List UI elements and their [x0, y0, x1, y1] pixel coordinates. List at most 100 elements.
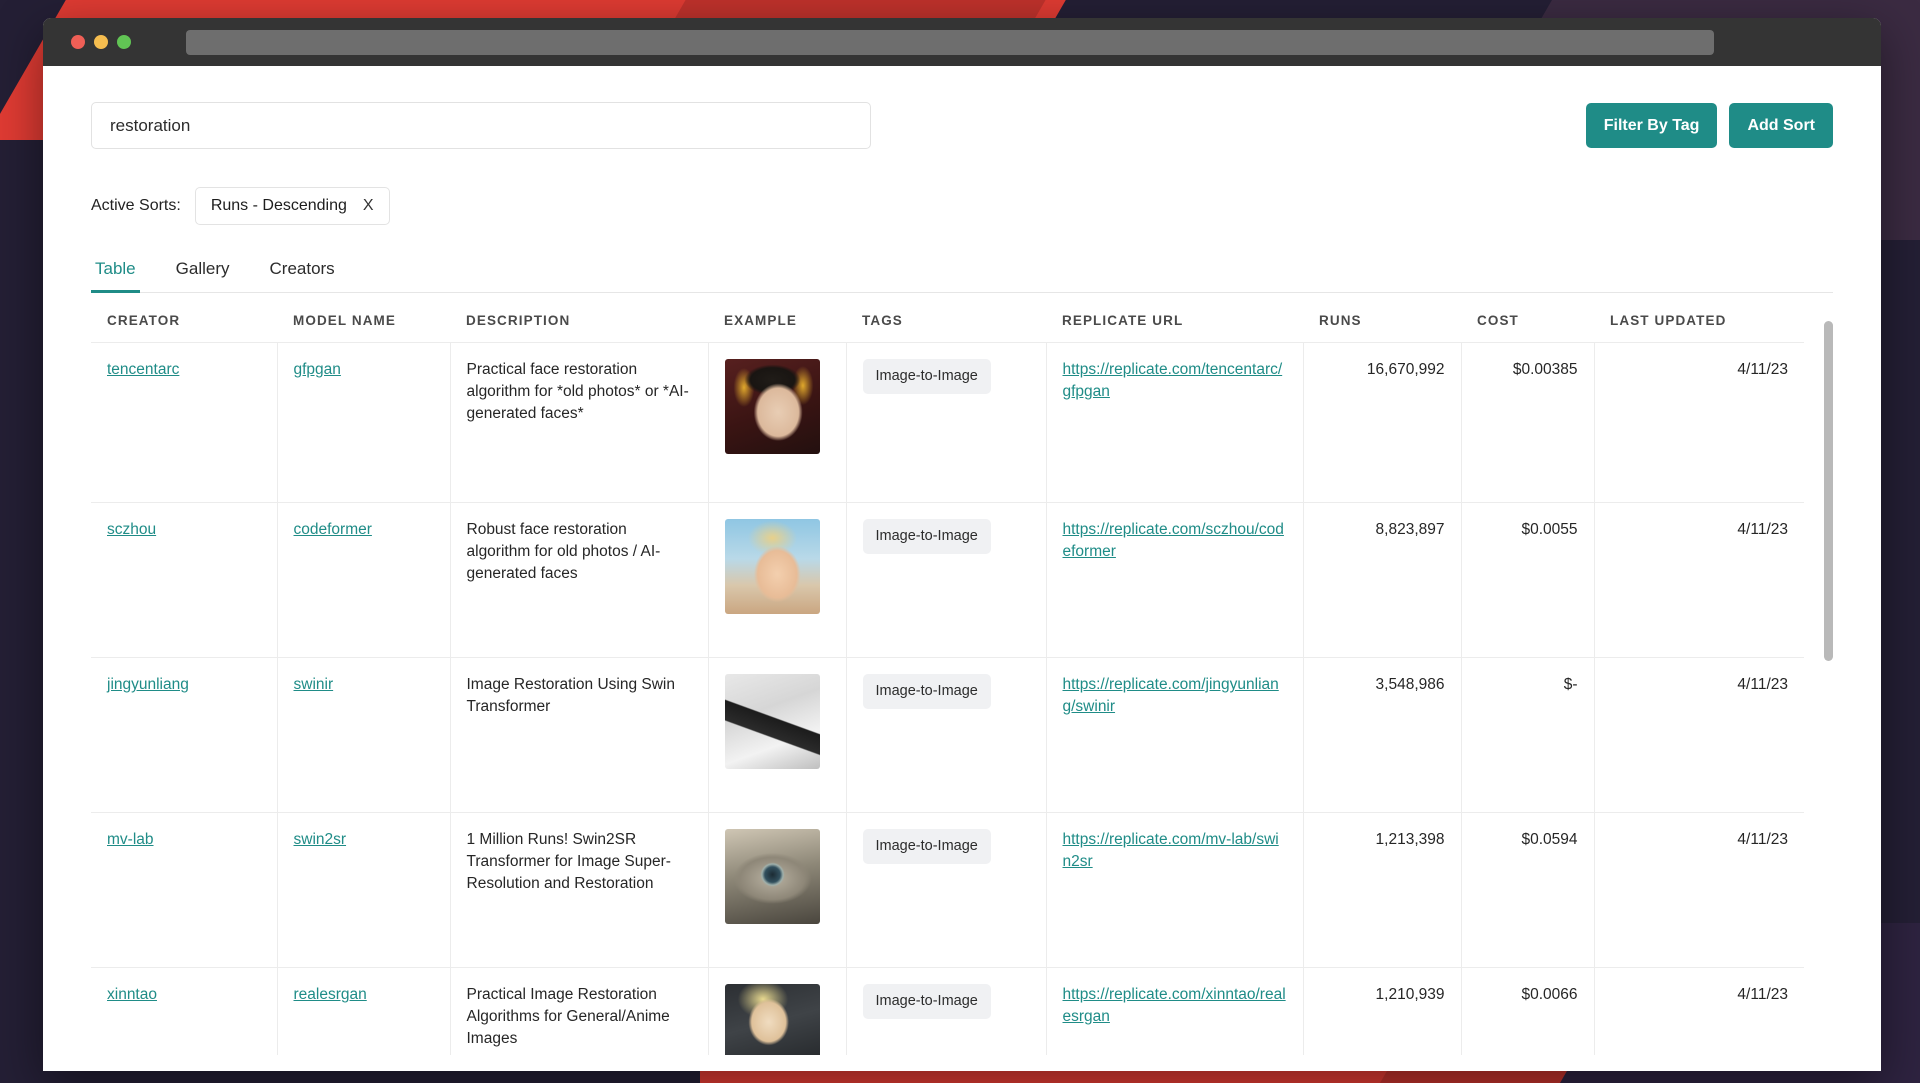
cell-last-updated: 4/11/23 — [1594, 967, 1804, 1055]
cell-last-updated: 4/11/23 — [1594, 812, 1804, 968]
replicate-url-link[interactable]: https://replicate.com/tencentarc/gfpgan — [1063, 361, 1283, 400]
cell-model-name: realesrgan — [277, 967, 451, 1055]
column-header-last-updated[interactable]: LAST UPDATED — [1594, 313, 1804, 343]
column-header-creator[interactable]: CREATOR — [91, 313, 277, 343]
cell-cost: $0.0066 — [1461, 967, 1595, 1055]
add-sort-button[interactable]: Add Sort — [1729, 103, 1833, 148]
tag-pill[interactable]: Image-to-Image — [862, 359, 991, 394]
cell-example — [708, 342, 847, 503]
cell-description: Practical face restoration algorithm for… — [450, 342, 709, 503]
cell-model-name: swinir — [277, 657, 451, 813]
cell-example — [708, 502, 847, 658]
cell-replicate-url: https://replicate.com/jingyunliang/swini… — [1046, 657, 1304, 813]
column-header-replicate-url[interactable]: REPLICATE URL — [1046, 313, 1303, 343]
model-name-link[interactable]: swinir — [294, 676, 334, 693]
cell-tags: Image-to-Image — [846, 812, 1047, 968]
zoom-window-icon[interactable] — [117, 35, 131, 49]
table-scrollbar[interactable] — [1824, 313, 1833, 1055]
example-thumbnail[interactable] — [724, 674, 820, 769]
creator-link[interactable]: sczhou — [107, 521, 156, 538]
table-header-row: CREATOR MODEL NAME DESCRIPTION EXAMPLE T… — [91, 313, 1804, 343]
column-header-description[interactable]: DESCRIPTION — [450, 313, 708, 343]
cell-runs: 16,670,992 — [1303, 342, 1462, 503]
replicate-url-link[interactable]: https://replicate.com/xinntao/realesrgan — [1063, 986, 1286, 1025]
tag-pill[interactable]: Image-to-Image — [862, 519, 991, 554]
browser-window: Filter By Tag Add Sort Active Sorts: Run… — [43, 18, 1881, 1071]
example-thumbnail[interactable] — [724, 359, 820, 454]
cell-creator: tencentarc — [91, 342, 278, 503]
cell-creator: xinntao — [91, 967, 278, 1055]
table-scrollbar-thumb[interactable] — [1824, 321, 1833, 661]
example-thumbnail[interactable] — [724, 984, 820, 1055]
tab-gallery[interactable]: Gallery — [172, 259, 234, 293]
cell-last-updated: 4/11/23 — [1594, 342, 1804, 503]
cell-model-name: gfpgan — [277, 342, 451, 503]
table-body: tencentarc gfpgan Practical face restora… — [91, 342, 1804, 1055]
tag-pill[interactable]: Image-to-Image — [862, 984, 991, 1019]
table-row[interactable]: xinntao realesrgan Practical Image Resto… — [91, 967, 1804, 1055]
model-name-link[interactable]: codeformer — [294, 521, 372, 538]
cell-description: Robust face restoration algorithm for ol… — [450, 502, 709, 658]
model-name-link[interactable]: gfpgan — [294, 361, 341, 378]
replicate-url-link[interactable]: https://replicate.com/mv-lab/swin2sr — [1063, 831, 1279, 870]
cell-runs: 8,823,897 — [1303, 502, 1462, 658]
creator-link[interactable]: mv-lab — [107, 831, 154, 848]
close-window-icon[interactable] — [71, 35, 85, 49]
cell-example — [708, 967, 847, 1055]
column-header-runs[interactable]: RUNS — [1303, 313, 1461, 343]
cell-replicate-url: https://replicate.com/sczhou/codeformer — [1046, 502, 1304, 658]
active-sorts-label: Active Sorts: — [91, 197, 181, 214]
models-table-container: CREATOR MODEL NAME DESCRIPTION EXAMPLE T… — [91, 313, 1833, 1055]
description-text: Image Restoration Using Swin Transformer — [466, 676, 676, 715]
cell-last-updated: 4/11/23 — [1594, 502, 1804, 658]
filter-by-tag-button[interactable]: Filter By Tag — [1585, 103, 1718, 148]
description-text: Practical Image Restoration Algorithms f… — [466, 986, 670, 1047]
cell-runs: 1,210,939 — [1303, 967, 1462, 1055]
minimize-window-icon[interactable] — [94, 35, 108, 49]
model-name-link[interactable]: swin2sr — [294, 831, 347, 848]
address-bar[interactable] — [186, 29, 1714, 55]
table-row[interactable]: mv-lab swin2sr 1 Million Runs! Swin2SR T… — [91, 812, 1804, 968]
creator-link[interactable]: jingyunliang — [107, 676, 189, 693]
example-thumbnail[interactable] — [724, 829, 820, 924]
example-thumbnail[interactable] — [724, 519, 820, 614]
column-header-tags[interactable]: TAGS — [846, 313, 1046, 343]
model-name-link[interactable]: realesrgan — [294, 986, 367, 1003]
tab-creators[interactable]: Creators — [266, 259, 339, 293]
table-row[interactable]: jingyunliang swinir Image Restoration Us… — [91, 657, 1804, 813]
view-tabs: Table Gallery Creators — [91, 259, 1833, 293]
page-content: Filter By Tag Add Sort Active Sorts: Run… — [43, 66, 1881, 1071]
cell-cost: $- — [1461, 657, 1595, 813]
description-text: 1 Million Runs! Swin2SR Transformer for … — [466, 831, 671, 892]
description-text: Practical face restoration algorithm for… — [466, 361, 689, 422]
cell-replicate-url: https://replicate.com/tencentarc/gfpgan — [1046, 342, 1304, 503]
column-header-model-name[interactable]: MODEL NAME — [277, 313, 450, 343]
cell-model-name: codeformer — [277, 502, 451, 658]
replicate-url-link[interactable]: https://replicate.com/sczhou/codeformer — [1063, 521, 1284, 560]
creator-link[interactable]: tencentarc — [107, 361, 179, 378]
cell-tags: Image-to-Image — [846, 342, 1047, 503]
cell-replicate-url: https://replicate.com/xinntao/realesrgan — [1046, 967, 1304, 1055]
tab-table[interactable]: Table — [91, 259, 140, 293]
cell-tags: Image-to-Image — [846, 657, 1047, 813]
browser-titlebar — [43, 18, 1881, 66]
tag-pill[interactable]: Image-to-Image — [862, 829, 991, 864]
search-input[interactable] — [91, 102, 871, 149]
replicate-url-link[interactable]: https://replicate.com/jingyunliang/swini… — [1063, 676, 1279, 715]
table-row[interactable]: sczhou codeformer Robust face restoratio… — [91, 502, 1804, 658]
table-row[interactable]: tencentarc gfpgan Practical face restora… — [91, 342, 1804, 503]
tag-pill[interactable]: Image-to-Image — [862, 674, 991, 709]
table-header: CREATOR MODEL NAME DESCRIPTION EXAMPLE T… — [91, 313, 1804, 343]
window-controls[interactable] — [71, 35, 131, 49]
column-header-example[interactable]: EXAMPLE — [708, 313, 846, 343]
cell-description: Practical Image Restoration Algorithms f… — [450, 967, 709, 1055]
creator-link[interactable]: xinntao — [107, 986, 157, 1003]
active-sort-chip[interactable]: Runs - Descending X — [194, 187, 390, 225]
remove-sort-icon[interactable]: X — [363, 198, 374, 214]
cell-creator: jingyunliang — [91, 657, 278, 813]
cell-creator: mv-lab — [91, 812, 278, 968]
column-header-cost[interactable]: COST — [1461, 313, 1594, 343]
description-text: Robust face restoration algorithm for ol… — [466, 521, 661, 582]
cell-example — [708, 812, 847, 968]
desktop-background: Filter By Tag Add Sort Active Sorts: Run… — [0, 0, 1920, 1083]
